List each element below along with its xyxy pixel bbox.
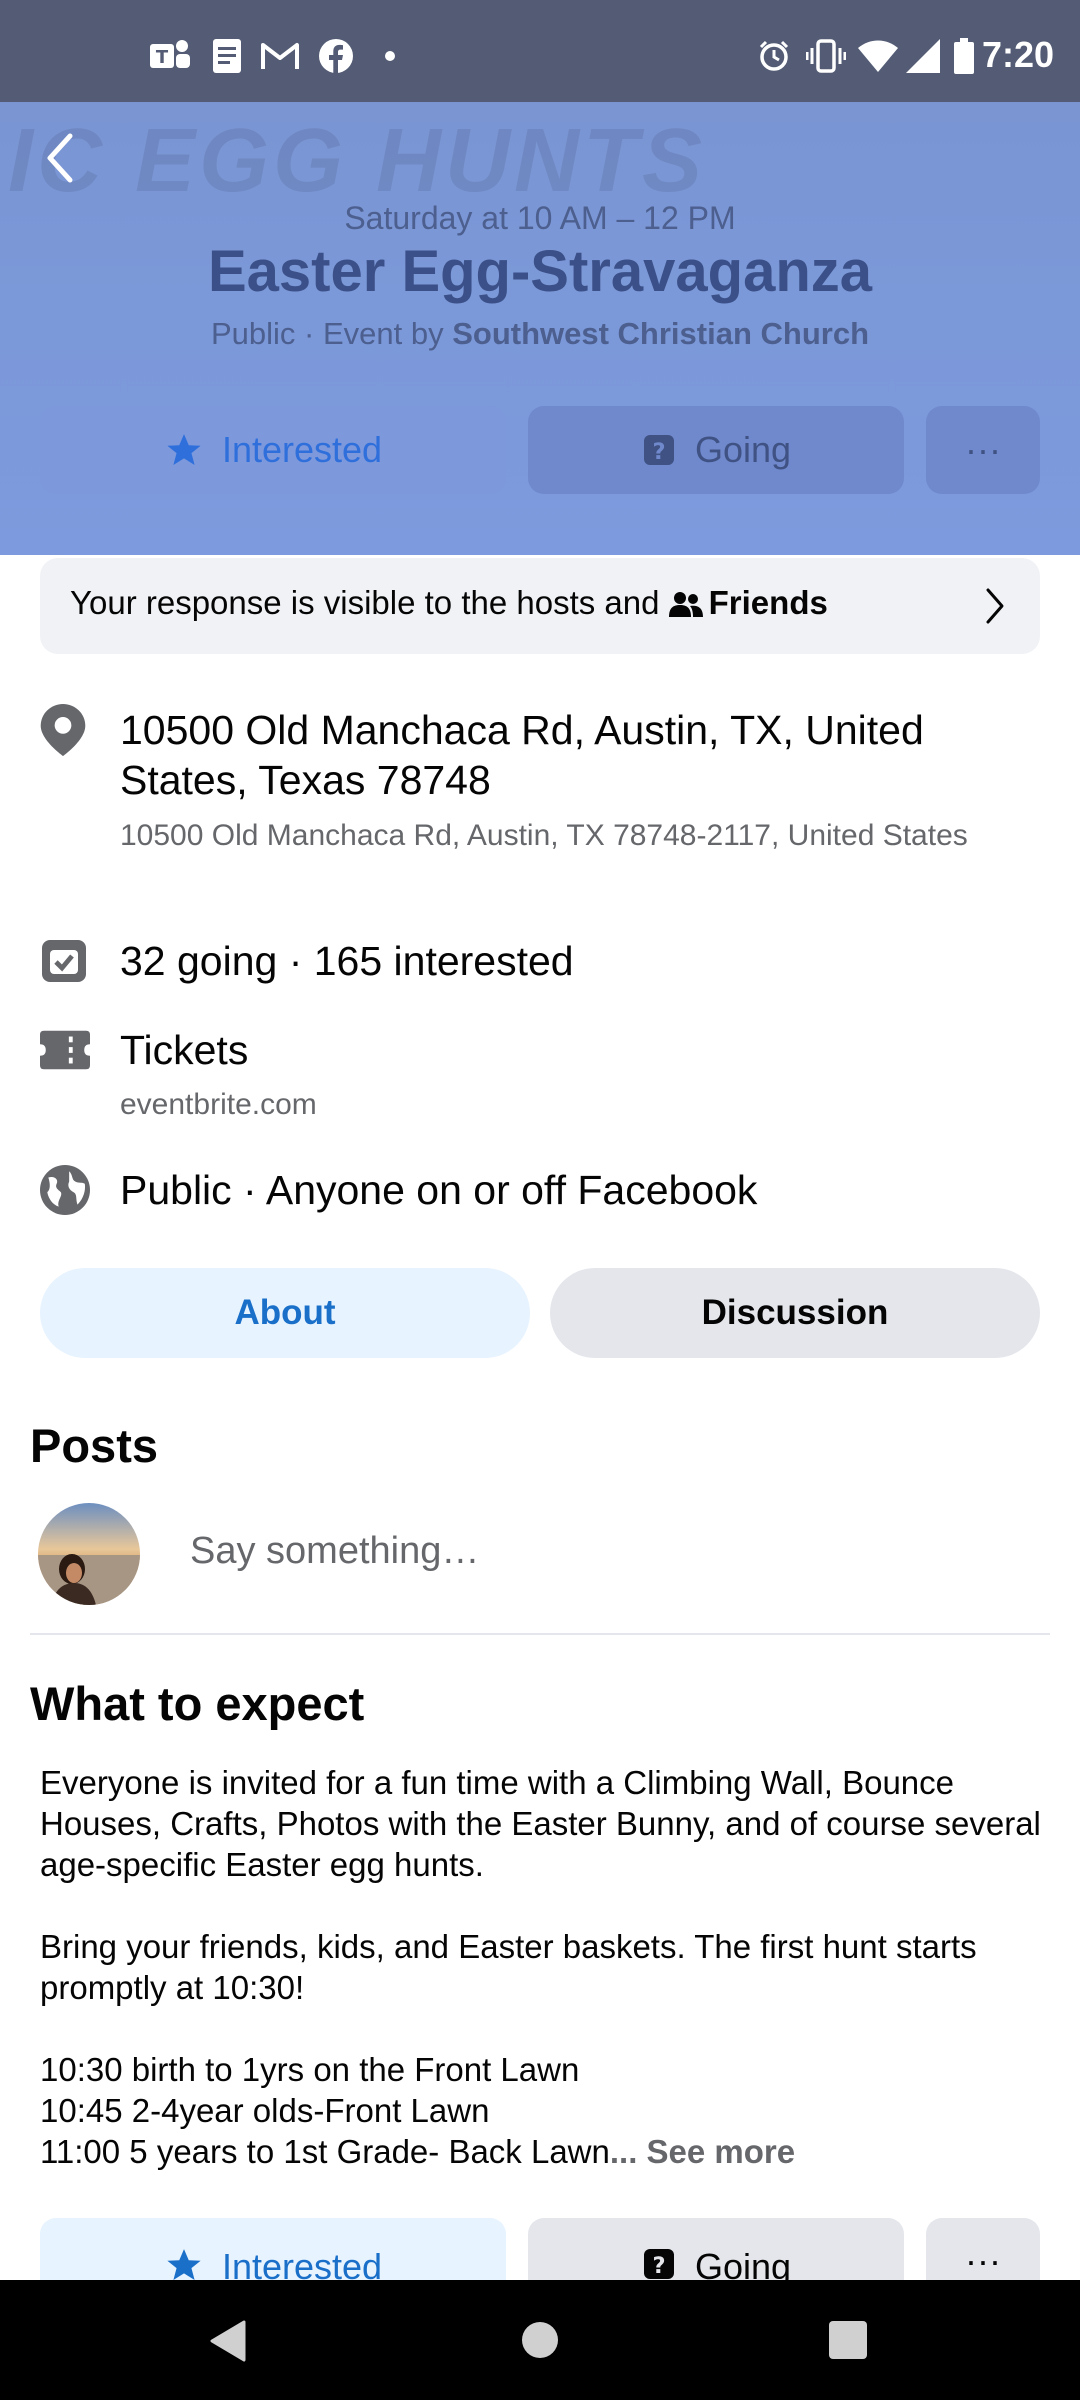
see-more-link[interactable]: ... See more xyxy=(610,2133,795,2170)
question-calendar-icon: ? xyxy=(643,435,674,465)
back-arrow-icon xyxy=(47,133,73,183)
svg-text:?: ? xyxy=(652,2253,665,2279)
nav-back-icon[interactable] xyxy=(208,2320,248,2362)
wifi-icon xyxy=(858,32,898,80)
friends-icon xyxy=(668,592,703,617)
event-host: Public · Event by Southwest Christian Ch… xyxy=(0,316,1080,352)
vibrate-icon xyxy=(806,32,846,80)
address-subtitle: 10500 Old Manchaca Rd, Austin, TX 78748-… xyxy=(120,819,968,852)
tickets-label[interactable]: Tickets xyxy=(120,1025,248,1075)
event-privacy-prefix: Public · Event by xyxy=(210,316,453,351)
document-icon xyxy=(212,32,242,80)
more-icon: ··· xyxy=(965,429,1001,470)
event-description: Everyone is invited for a fun time with … xyxy=(40,1762,1050,2172)
privacy-text: Public · Anyone on or off Facebook xyxy=(120,1167,758,1213)
tab-about[interactable]: About xyxy=(40,1268,530,1358)
star-icon xyxy=(167,434,201,466)
going-label: Going xyxy=(694,429,792,470)
system-navigation-bar xyxy=(0,2280,1080,2400)
star-icon xyxy=(167,2249,201,2281)
more-options-button[interactable]: ··· xyxy=(926,406,1040,494)
event-date: Saturday at 10 AM – 12 PM xyxy=(344,200,736,236)
more-icon: ··· xyxy=(965,2240,1001,2281)
schedule-line: 11:00 5 years to 1st Grade- Back Lawn xyxy=(40,2133,610,2170)
schedule-line: 10:30 birth to 1yrs on the Front Lawn xyxy=(40,2051,580,2088)
location-pin-icon xyxy=(40,704,86,756)
response-visibility-card[interactable]: Your response is visible to the hosts an… xyxy=(40,558,1040,654)
user-avatar-photo xyxy=(38,1503,140,1605)
clock: 7:20 xyxy=(981,34,1054,75)
address-title[interactable]: 10500 Old Manchaca Rd, Austin, TX, Unite… xyxy=(120,705,1040,805)
divider xyxy=(30,1633,1050,1635)
event-title: Easter Egg-Stravaganza xyxy=(207,239,873,304)
chevron-right-icon xyxy=(986,588,1004,624)
tab-discussion[interactable]: Discussion xyxy=(550,1268,1040,1358)
host-link[interactable]: Southwest Christian Church xyxy=(452,316,869,351)
description-paragraph: Everyone is invited for a fun time with … xyxy=(40,1764,1041,1883)
audience-label: Friends xyxy=(708,584,828,621)
nav-recents-icon[interactable] xyxy=(828,2320,868,2360)
tickets-site[interactable]: eventbrite.com xyxy=(120,1084,317,1125)
description-paragraph: Bring your friends, kids, and Easter bas… xyxy=(40,1928,977,2006)
avatar[interactable] xyxy=(38,1503,140,1605)
interested-label: Interested xyxy=(221,429,383,470)
svg-text:?: ? xyxy=(652,439,665,465)
alarm-icon xyxy=(756,32,792,80)
ticket-icon xyxy=(40,1030,90,1070)
status-bar: T 7:20 xyxy=(0,0,1080,102)
attendance-count[interactable]: 32 going · 165 interested xyxy=(120,936,574,986)
post-composer-input[interactable]: Say something… xyxy=(190,1530,479,1573)
dot-icon xyxy=(382,32,398,80)
question-calendar-icon: ? xyxy=(643,2249,674,2279)
posts-heading: Posts xyxy=(30,1419,158,1472)
gmail-icon xyxy=(260,32,300,80)
going-button[interactable]: ? Going xyxy=(528,406,904,494)
cover-photo-text: IC EGG HUNTS xyxy=(8,111,707,211)
calendar-check-icon xyxy=(42,940,86,982)
teams-icon: T xyxy=(150,32,190,80)
response-visibility-message: Your response is visible to the hosts an… xyxy=(70,584,669,621)
facebook-icon xyxy=(318,32,354,80)
globe-icon xyxy=(40,1165,90,1215)
back-button[interactable] xyxy=(38,128,82,188)
what-to-expect-heading: What to expect xyxy=(30,1677,365,1730)
nav-home-icon[interactable] xyxy=(520,2320,560,2360)
response-visibility-text: Your response is visible to the hosts an… xyxy=(70,584,828,622)
battery-icon xyxy=(952,32,976,80)
schedule-line: 10:45 2-4year olds-Front Lawn xyxy=(40,2092,490,2129)
interested-button[interactable]: Interested xyxy=(40,406,506,494)
svg-text:T: T xyxy=(156,47,169,68)
signal-icon xyxy=(906,32,940,80)
